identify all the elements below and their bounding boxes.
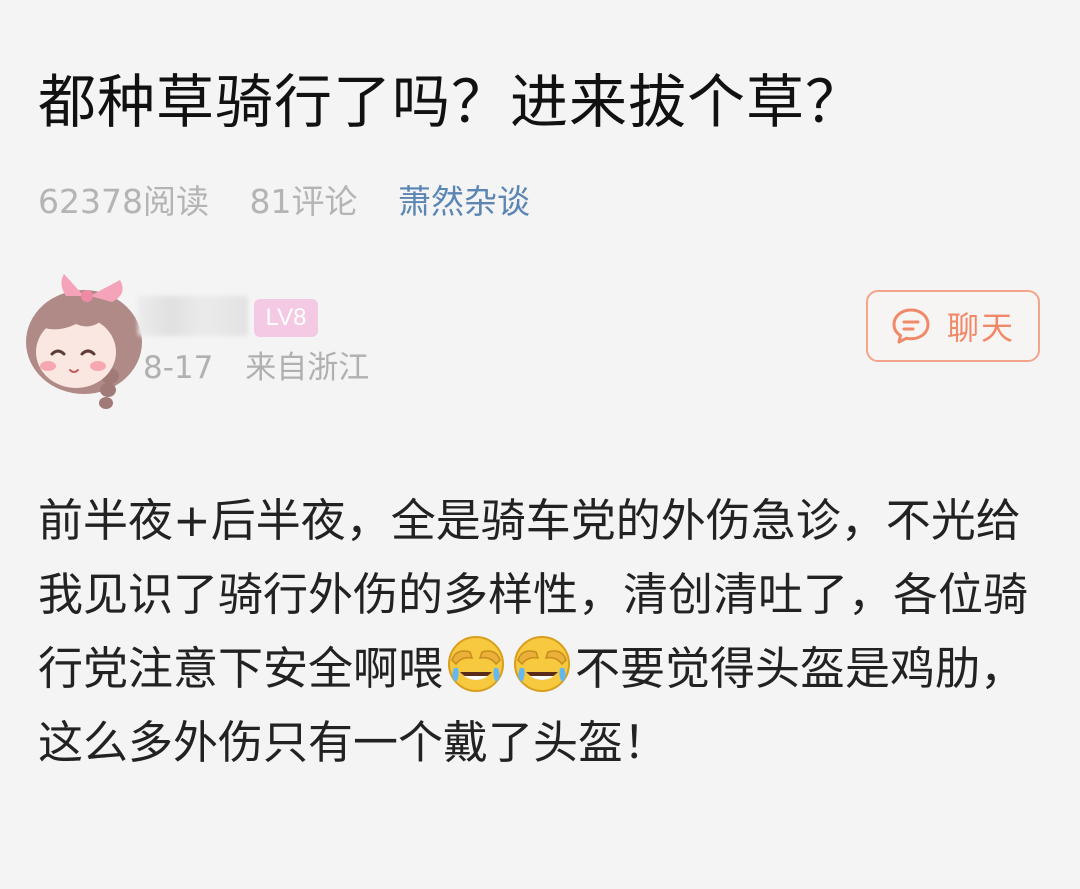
post-location: 来自浙江 <box>245 350 370 386</box>
post-info: 8-17 来自浙江 <box>143 348 369 388</box>
level-badge: LV8 <box>254 299 318 337</box>
avatar[interactable] <box>24 266 146 418</box>
username-redacted[interactable] <box>138 296 248 336</box>
chat-bubble-icon <box>892 308 930 344</box>
article-title: 都种草骑行了吗？进来拔个草？ <box>38 68 865 136</box>
face-palm-crying-laughing-icon <box>514 636 571 692</box>
channel-link[interactable]: 萧然杂谈 <box>398 180 530 224</box>
post-content: 前半夜+后半夜，全是骑车党的外伤急诊，不光给我见识了骑行外伤的多样性，清创清吐了… <box>38 484 1048 780</box>
comment-count[interactable]: 81评论 <box>249 180 357 224</box>
avatar-icon <box>26 274 142 409</box>
face-palm-crying-laughing-icon <box>448 636 505 692</box>
read-count: 62378阅读 <box>38 182 209 221</box>
chat-button-label: 聊天 <box>946 309 1015 347</box>
article-meta: 62378阅读 81评论 萧然杂谈 <box>38 180 530 224</box>
chat-button[interactable]: 聊天 <box>866 290 1040 362</box>
post-date: 8-17 <box>143 350 214 386</box>
